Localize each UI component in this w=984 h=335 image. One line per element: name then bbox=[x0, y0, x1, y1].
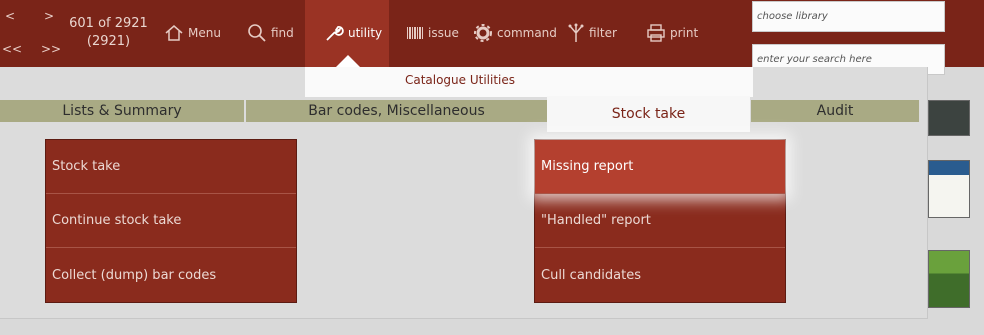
tab-audit[interactable]: Audit bbox=[751, 100, 919, 122]
issue-label: issue bbox=[428, 26, 459, 40]
menu-item-handled-report[interactable]: "Handled" report bbox=[535, 194, 785, 248]
previous-record-button[interactable]: < bbox=[5, 9, 15, 23]
tab-bar-codes[interactable]: Bar codes, Miscellaneous bbox=[246, 100, 547, 122]
first-record-button[interactable]: << bbox=[2, 42, 22, 56]
stock-take-menu: Stock take Continue stock take Collect (… bbox=[45, 139, 297, 303]
library-select[interactable] bbox=[752, 1, 945, 32]
gear-icon bbox=[474, 24, 492, 42]
record-counter: 601 of 2921 (2921) bbox=[66, 15, 151, 51]
command-label: command bbox=[497, 26, 557, 40]
menu-button[interactable]: Menu bbox=[164, 20, 221, 46]
wrench-icon bbox=[326, 26, 344, 41]
record-total: (2921) bbox=[86, 34, 131, 49]
printer-icon bbox=[647, 24, 665, 42]
print-button[interactable]: print bbox=[646, 20, 698, 46]
filter-icon bbox=[568, 23, 584, 42]
menu-item-cull-candidates[interactable]: Cull candidates bbox=[535, 248, 785, 302]
home-icon bbox=[165, 25, 183, 41]
next-record-button[interactable]: > bbox=[44, 9, 54, 23]
dropdown-pointer bbox=[336, 55, 360, 67]
menu-item-collect-bar-codes[interactable]: Collect (dump) bar codes bbox=[46, 248, 296, 302]
menu-label: Menu bbox=[188, 26, 221, 40]
tab-lists-summary[interactable]: Lists & Summary bbox=[0, 100, 244, 122]
utility-button[interactable]: utility bbox=[324, 20, 382, 46]
book-cover-thumbnail[interactable] bbox=[928, 160, 970, 218]
panel-title: Catalogue Utilities bbox=[404, 73, 516, 87]
book-cover-thumbnail[interactable] bbox=[928, 100, 970, 136]
menu-item-continue-stock-take[interactable]: Continue stock take bbox=[46, 194, 296, 248]
search-icon bbox=[248, 24, 266, 42]
menu-item-stock-take[interactable]: Stock take bbox=[46, 140, 296, 194]
command-button[interactable]: command bbox=[473, 20, 557, 46]
issue-button[interactable]: issue bbox=[406, 20, 459, 46]
menu-item-missing-report[interactable]: Missing report bbox=[535, 140, 785, 194]
book-cover-thumbnail[interactable] bbox=[928, 250, 970, 308]
utility-tab-bar: Lists & Summary Bar codes, Miscellaneous… bbox=[0, 96, 919, 132]
last-record-button[interactable]: >> bbox=[41, 42, 61, 56]
utility-label: utility bbox=[348, 26, 383, 40]
reports-menu: Missing report "Handled" report Cull can… bbox=[534, 139, 786, 303]
filter-button[interactable]: filter bbox=[567, 20, 617, 46]
print-label: print bbox=[670, 26, 699, 40]
find-label: find bbox=[271, 26, 294, 40]
record-position: 601 of 2921 bbox=[69, 16, 148, 31]
barcode-icon bbox=[407, 27, 423, 39]
find-button[interactable]: find bbox=[247, 20, 294, 46]
filter-label: filter bbox=[589, 26, 617, 40]
tab-stock-take[interactable]: Stock take bbox=[547, 96, 750, 132]
